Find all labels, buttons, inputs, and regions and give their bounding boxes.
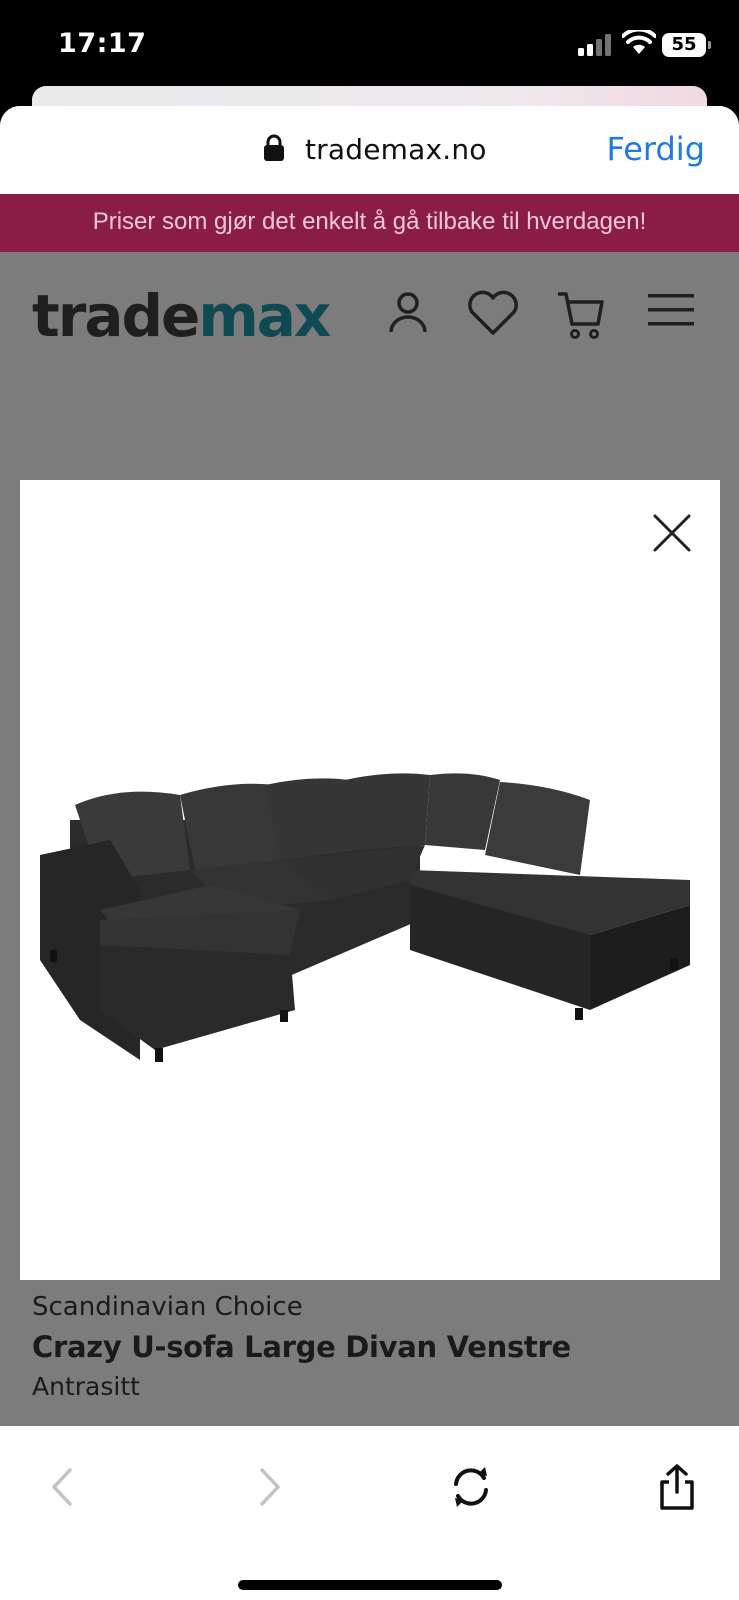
status-bar: 17:17 55	[0, 0, 739, 92]
battery-indicator: 55	[662, 33, 711, 57]
logo-part-max: max	[198, 282, 331, 350]
chevron-right-icon[interactable]	[244, 1462, 294, 1512]
product-brand[interactable]: Scandinavian Choice	[32, 1292, 303, 1322]
status-time: 17:17	[58, 28, 147, 59]
user-icon[interactable]	[388, 290, 428, 334]
url-bar: trademax.no Ferdig	[0, 106, 739, 194]
promo-text: Priser som gjør det enkelt å gå tilbake …	[92, 208, 647, 235]
lock-icon	[264, 134, 284, 161]
browser-toolbar	[0, 1440, 739, 1600]
product-info: Scandinavian Choice Crazy U-sofa Large D…	[0, 1280, 739, 1426]
wifi-icon	[622, 30, 656, 54]
phone-screen: 17:17 55 trademax.no Ferdig Priser som g…	[0, 0, 739, 1600]
hamburger-menu-icon[interactable]	[646, 290, 696, 330]
browser-sheet: trademax.no Ferdig Priser som gjør det e…	[0, 106, 739, 1600]
product-main-image[interactable]	[30, 760, 720, 1100]
reload-icon[interactable]	[446, 1462, 496, 1512]
close-icon[interactable]	[647, 508, 697, 558]
url-text[interactable]: trademax.no	[305, 133, 487, 166]
cart-icon[interactable]	[556, 290, 606, 340]
product-color: Antrasitt	[32, 1372, 140, 1401]
cellular-signal-icon	[578, 34, 614, 56]
site-logo[interactable]: trademax	[32, 282, 331, 350]
heart-icon[interactable]	[466, 290, 520, 336]
promo-banner: Priser som gjør det enkelt å gå tilbake …	[0, 194, 739, 252]
share-icon[interactable]	[652, 1462, 702, 1512]
logo-part-trade: trade	[32, 282, 200, 350]
done-button[interactable]: Ferdig	[607, 130, 705, 168]
product-name: Crazy U-sofa Large Divan Venstre	[32, 1330, 571, 1364]
page-overlay[interactable]: trademax	[0, 252, 739, 1444]
home-indicator[interactable]	[238, 1580, 502, 1590]
chevron-left-icon[interactable]	[38, 1462, 88, 1512]
